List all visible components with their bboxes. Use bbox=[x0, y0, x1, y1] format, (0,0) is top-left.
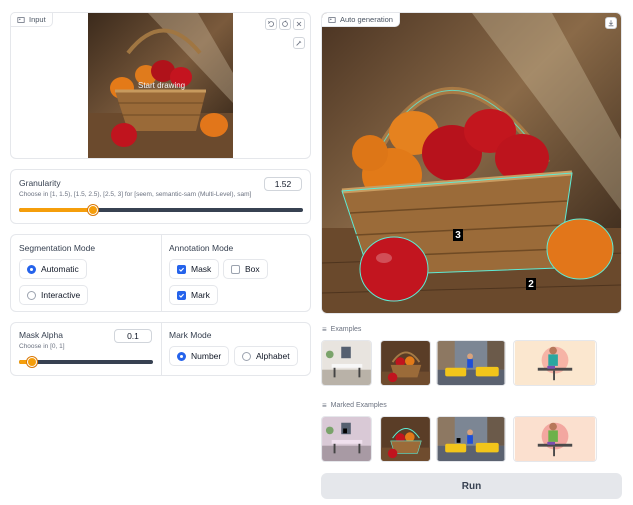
clear-button[interactable] bbox=[293, 18, 305, 30]
marked-examples-header: ≡ Marked Examples bbox=[322, 401, 387, 410]
annotation-option-box[interactable]: Box bbox=[223, 259, 268, 279]
checkmark-icon bbox=[179, 293, 185, 298]
example-thumb-taxi-street[interactable] bbox=[436, 340, 506, 386]
annotation-option-mask[interactable]: Mask bbox=[169, 259, 220, 279]
radio-automatic[interactable] bbox=[27, 264, 36, 274]
download-button[interactable] bbox=[605, 17, 617, 29]
mask-alpha-slider-thumb[interactable] bbox=[27, 357, 38, 367]
granularity-slider-thumb[interactable] bbox=[87, 205, 98, 215]
reset-button[interactable] bbox=[279, 18, 291, 30]
granularity-panel: Granularity Choose in [1, 1.5), [1.5, 2.… bbox=[10, 169, 311, 224]
reset-icon bbox=[282, 20, 288, 27]
mask-alpha-hint: Choose in [0, 1] bbox=[19, 343, 65, 350]
mark-option-alphabet-label: Alphabet bbox=[256, 351, 290, 361]
example-thumb-apple-basket[interactable] bbox=[380, 340, 431, 386]
checkbox-mask[interactable] bbox=[177, 264, 186, 274]
granularity-hint: Choose in [1, 1.5), [1.5, 2.5), [2.5, 3]… bbox=[19, 191, 252, 198]
mark-option-number-label: Number bbox=[191, 351, 222, 361]
examples-header: ≡ Examples bbox=[322, 325, 361, 334]
mark-label-2: 2 bbox=[526, 278, 536, 290]
marked-example-thumb-ironing-person[interactable] bbox=[513, 416, 597, 462]
segmentation-option-interactive-label: Interactive bbox=[41, 290, 81, 300]
brush-button[interactable] bbox=[293, 37, 305, 49]
list-icon: ≡ bbox=[322, 325, 327, 334]
run-button[interactable]: Run bbox=[321, 473, 622, 499]
image-icon bbox=[17, 16, 25, 23]
mark-option-alphabet[interactable]: Alphabet bbox=[234, 346, 298, 366]
marked-example-thumb-taxi-street[interactable] bbox=[436, 416, 506, 462]
input-overlay-text: Start drawing bbox=[138, 81, 186, 90]
input-tag: Input bbox=[10, 12, 53, 27]
input-panel: Input Start drawing bbox=[10, 12, 311, 159]
annotation-mode-label: Annotation Mode bbox=[169, 243, 234, 253]
alpha-mark-divider bbox=[161, 323, 162, 375]
segmentation-option-automatic-label: Automatic bbox=[41, 264, 79, 274]
example-thumb-dining-room[interactable] bbox=[321, 340, 372, 386]
input-tag-label: Input bbox=[29, 15, 46, 24]
checkbox-mark[interactable] bbox=[177, 290, 186, 300]
annotation-option-mark[interactable]: Mark bbox=[169, 285, 218, 305]
output-image bbox=[322, 13, 621, 313]
marked-example-thumb-apple-basket[interactable] bbox=[380, 416, 431, 462]
annotation-option-mask-label: Mask bbox=[191, 264, 212, 274]
example-thumb-ironing-person[interactable] bbox=[513, 340, 597, 386]
annotation-option-mark-label: Mark bbox=[191, 290, 210, 300]
granularity-slider[interactable] bbox=[19, 205, 303, 215]
radio-interactive[interactable] bbox=[27, 290, 36, 300]
brush-icon bbox=[296, 40, 302, 46]
granularity-input[interactable]: 1.52 bbox=[264, 177, 302, 191]
mask-alpha-label: Mask Alpha bbox=[19, 330, 63, 340]
checkmark-icon bbox=[179, 267, 185, 272]
mask-alpha-input[interactable]: 0.1 bbox=[114, 329, 152, 343]
radio-number[interactable] bbox=[177, 351, 186, 361]
granularity-slider-fill bbox=[19, 208, 93, 212]
radio-alphabet[interactable] bbox=[242, 351, 251, 361]
output-panel: Auto generation 3 2 bbox=[321, 12, 622, 314]
examples-label: Examples bbox=[330, 326, 362, 333]
annotation-option-box-label: Box bbox=[245, 264, 260, 274]
output-tag-label: Auto generation bbox=[340, 15, 393, 24]
checkbox-box[interactable] bbox=[231, 264, 240, 274]
undo-icon bbox=[267, 21, 274, 27]
mask-alpha-slider[interactable] bbox=[19, 357, 153, 367]
alpha-mark-panel: Mask Alpha Choose in [0, 1] 0.1 Mark Mod… bbox=[10, 322, 311, 376]
mark-label-3: 3 bbox=[453, 229, 463, 241]
input-image-canvas[interactable]: Start drawing bbox=[88, 13, 233, 158]
undo-button[interactable] bbox=[265, 18, 277, 30]
mark-option-number[interactable]: Number bbox=[169, 346, 230, 366]
mode-panel: Segmentation Mode Automatic Interactive … bbox=[10, 234, 311, 312]
mark-mode-label: Mark Mode bbox=[169, 330, 212, 340]
granularity-label: Granularity bbox=[19, 178, 61, 188]
image-icon bbox=[328, 16, 336, 23]
marked-example-thumb-dining-room[interactable] bbox=[321, 416, 372, 462]
mode-divider bbox=[161, 235, 162, 311]
segmentation-option-interactive[interactable]: Interactive bbox=[19, 285, 89, 305]
segmentation-option-automatic[interactable]: Automatic bbox=[19, 259, 87, 279]
close-icon bbox=[296, 21, 302, 27]
output-tag: Auto generation bbox=[322, 13, 400, 27]
marked-examples-label: Marked Examples bbox=[330, 402, 387, 409]
segmentation-mode-label: Segmentation Mode bbox=[19, 243, 96, 253]
download-icon bbox=[608, 20, 614, 27]
list-icon: ≡ bbox=[322, 401, 327, 410]
